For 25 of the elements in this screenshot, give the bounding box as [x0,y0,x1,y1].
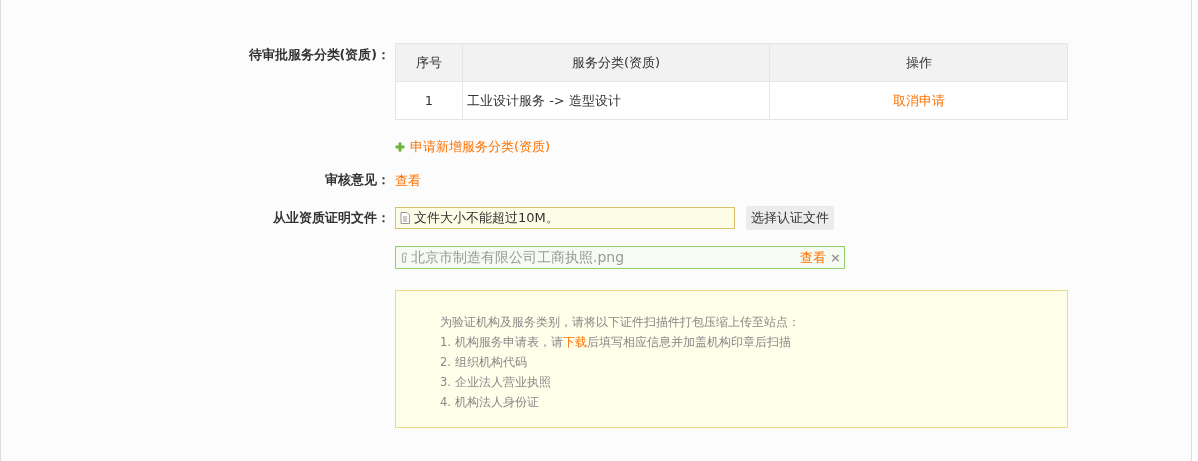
notice-text: 为验证机构及服务类别，请将以下证件扫描件打包压缩上传至站点： [440,314,801,331]
table-cell: 工业设计服务 -> 造型设计 [462,81,770,120]
file-name: 北京市制造有限公司工商执照.png [411,248,626,267]
download-link[interactable]: 下载 [562,335,587,349]
field-label: 从业资质证明文件： [272,209,390,227]
file-input-field[interactable]: 文件大小不能超过10M。 [395,207,735,229]
notice-item: 4. 机构法人身份证 [440,394,540,411]
choose-file-button[interactable]: 选择认证文件 [746,206,834,230]
column-header: 服务分类(资质) [462,43,770,82]
column-header: 序号 [395,43,463,82]
plus-icon [395,142,405,152]
notice-item: 2. 组织机构代码 [440,354,528,371]
notice-item: 1. 机构服务申请表，请下载后填写相应信息并加盖机构印章后扫描 [440,334,792,351]
field-label: 待审批服务分类(资质)： [247,46,390,64]
view-link[interactable]: 查看 [800,248,827,267]
cancel-link[interactable]: 取消申请 [892,92,945,108]
field-label: 审核意见： [324,172,390,189]
table-cell: 1 [395,81,463,120]
view-link[interactable]: 查看 [395,173,421,188]
column-header: 操作 [769,43,1068,82]
paperclip-icon [401,251,407,264]
add-category-link[interactable]: 申请新增服务分类(资质) [410,138,551,156]
document-icon [400,212,410,224]
notice-item: 3. 企业法人营业执照 [440,374,552,391]
remove-button[interactable]: × [830,250,841,265]
